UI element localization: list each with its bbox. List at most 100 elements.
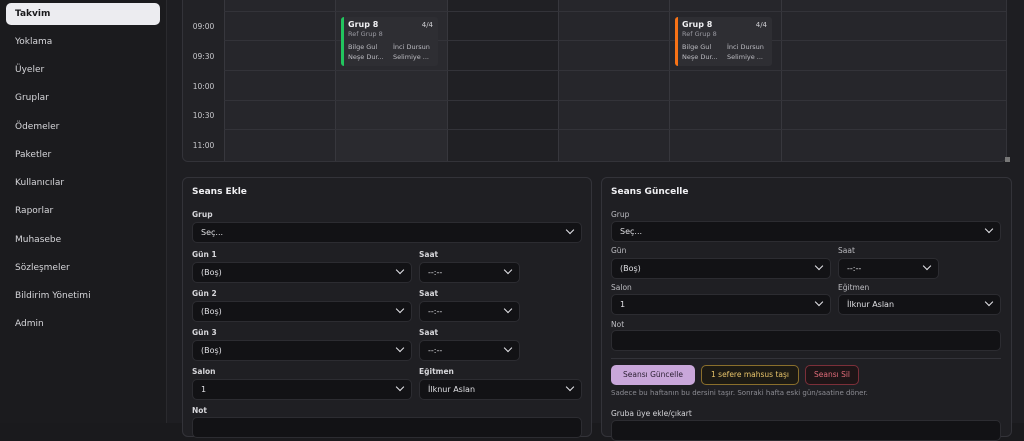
event-participant: Selimiye ... [393, 53, 429, 61]
time3-select[interactable]: --:-- [419, 340, 520, 361]
sidebar-item-kullanicilar[interactable]: Kullanıcılar [6, 172, 160, 194]
time3-select-value: --:-- [428, 346, 443, 355]
sidebar-item-raporlar[interactable]: Raporlar [6, 200, 160, 222]
time2-label: Saat [419, 289, 439, 298]
sidebar-item-sozlesmeler[interactable]: Sözleşmeler [6, 257, 160, 279]
group-select-value: Seç... [201, 228, 224, 237]
grid-line [224, 11, 1006, 12]
event-participant: İnci Dursun [393, 43, 430, 51]
event-count: 4/4 [755, 21, 767, 29]
room-select-value: 1 [620, 300, 626, 309]
time2-select[interactable]: --:-- [419, 301, 520, 322]
calendar-event[interactable]: Grup 8 4/4 Ref Grup 8 Bilge Gul İnci Dur… [341, 17, 438, 66]
sidebar-item-admin[interactable]: Admin [6, 313, 160, 335]
divider [611, 358, 1001, 359]
add-session-panel: Seans Ekle Grup Seç... Gün 1 Saat (Boş) … [182, 177, 592, 438]
day-column[interactable] [224, 0, 335, 161]
chevron-down-icon [922, 261, 932, 271]
event-subtitle: Ref Grup 8 [682, 30, 717, 38]
chevron-down-icon [503, 304, 513, 314]
day3-label: Gün 3 [192, 328, 217, 337]
sidebar: Takvim Yoklama Üyeler Gruplar Ödemeler P… [0, 0, 167, 423]
time-select[interactable]: --:-- [838, 258, 939, 279]
day-column[interactable] [558, 0, 669, 161]
day2-select[interactable]: (Boş) [192, 301, 412, 322]
chevron-down-icon [565, 382, 575, 392]
event-participant: İnci Dursun [727, 43, 764, 51]
event-participant: Bilge Gul [682, 43, 712, 51]
chevron-down-icon [984, 297, 994, 307]
chevron-down-icon [503, 343, 513, 353]
sidebar-item-paketler[interactable]: Paketler [6, 144, 160, 166]
chevron-down-icon [814, 297, 824, 307]
chevron-down-icon [565, 225, 575, 235]
calendar-event[interactable]: Grup 8 4/4 Ref Grup 8 Bilge Gul İnci Dur… [675, 17, 772, 66]
time3-label: Saat [419, 328, 439, 337]
event-title: Grup 8 [348, 20, 379, 29]
sidebar-item-muhasebe[interactable]: Muhasebe [6, 229, 160, 251]
group-select[interactable]: Seç... [192, 222, 582, 243]
event-participant: Neşe Dur... [348, 53, 384, 61]
day1-label: Gün 1 [192, 250, 217, 259]
event-participant: Bilge Gul [348, 43, 378, 51]
trainer-select[interactable]: İlknur Aslan [838, 294, 1001, 315]
time-label: 10:30 [192, 111, 215, 120]
group-select[interactable]: Seç... [611, 221, 1001, 242]
grid-line [224, 129, 1006, 130]
move-once-hint: Sadece bu haftanın bu dersini taşır. Son… [611, 389, 868, 397]
sidebar-item-bildirim[interactable]: Bildirim Yönetimi [6, 285, 160, 307]
day1-select-value: (Boş) [201, 268, 222, 277]
chevron-down-icon [395, 304, 405, 314]
panel-title: Seans Ekle [192, 187, 247, 197]
trainer-select[interactable]: İlknur Aslan [419, 379, 582, 400]
day2-select-value: (Boş) [201, 307, 222, 316]
chevron-down-icon [503, 265, 513, 275]
panel-title: Seans Güncelle [611, 187, 689, 197]
time-select-value: --:-- [847, 264, 862, 273]
sidebar-item-uyeler[interactable]: Üyeler [6, 59, 160, 81]
update-session-panel: Seans Güncelle Grup Seç... Gün Saat (Boş… [601, 177, 1012, 441]
trainer-label: Eğitmen [419, 367, 454, 376]
sidebar-item-yoklama[interactable]: Yoklama [6, 31, 160, 53]
trainer-select-value: İlknur Aslan [847, 300, 895, 309]
member-manage-label: Gruba üye ekle/çıkart [611, 409, 692, 418]
note-input[interactable] [611, 330, 1001, 351]
time2-select-value: --:-- [428, 307, 443, 316]
event-color-bar [675, 17, 678, 66]
scrollbar-corner[interactable] [1005, 157, 1010, 162]
room-select[interactable]: 1 [192, 379, 412, 400]
room-select[interactable]: 1 [611, 294, 831, 315]
member-select[interactable] [611, 420, 1001, 441]
calendar: 09:00 09:30 10:00 10:30 11:00 Grup 8 4/4… [182, 0, 1007, 162]
day1-select[interactable]: (Boş) [192, 262, 412, 283]
time1-label: Saat [419, 250, 439, 259]
note-label: Not [192, 406, 208, 415]
chevron-down-icon [395, 382, 405, 392]
event-subtitle: Ref Grup 8 [348, 30, 383, 38]
move-once-button[interactable]: 1 sefere mahsus taşı [701, 365, 799, 385]
day-column[interactable] [781, 0, 1006, 161]
time1-select[interactable]: --:-- [419, 262, 520, 283]
sidebar-item-takvim[interactable]: Takvim [6, 3, 160, 25]
update-session-button[interactable]: Seansı Güncelle [611, 365, 695, 385]
group-select-value: Seç... [620, 227, 643, 236]
chevron-down-icon [395, 265, 405, 275]
trainer-label: Eğitmen [838, 283, 870, 292]
day3-select[interactable]: (Boş) [192, 340, 412, 361]
chevron-down-icon [395, 343, 405, 353]
room-label: Salon [192, 367, 216, 376]
room-label: Salon [611, 283, 632, 292]
sidebar-item-gruplar[interactable]: Gruplar [6, 87, 160, 109]
day-select-value: (Boş) [620, 264, 641, 273]
trainer-select-value: İlknur Aslan [428, 385, 476, 394]
main-content: 09:00 09:30 10:00 10:30 11:00 Grup 8 4/4… [167, 0, 1024, 441]
time-label: 11:00 [192, 141, 215, 150]
day-select[interactable]: (Boş) [611, 258, 831, 279]
group-label: Grup [611, 210, 630, 219]
sidebar-item-odemeler[interactable]: Ödemeler [6, 116, 160, 138]
room-select-value: 1 [201, 385, 207, 394]
note-input[interactable] [192, 417, 582, 438]
event-participant: Selimiye ... [727, 53, 763, 61]
delete-session-button[interactable]: Seansı Sil [805, 365, 859, 385]
day-column[interactable] [447, 0, 558, 161]
